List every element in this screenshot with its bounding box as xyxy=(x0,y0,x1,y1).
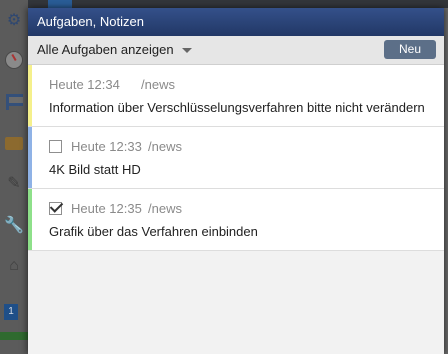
chevron-down-icon xyxy=(181,48,192,53)
tree-icon[interactable] xyxy=(4,92,24,112)
task-path[interactable]: /news xyxy=(148,201,182,216)
task-path[interactable]: /news xyxy=(141,77,175,92)
task-filter-label: Alle Aufgaben anzeigen xyxy=(37,42,174,57)
folder-icon[interactable] xyxy=(4,133,24,153)
panel-title: Aufgaben, Notizen xyxy=(28,8,444,36)
task-item[interactable]: Heute 12:35 /news Grafik über das Verfah… xyxy=(28,189,444,251)
tasks-toolbar: Alle Aufgaben anzeigen Neu xyxy=(28,36,444,65)
task-time: Heute 12:34 xyxy=(49,77,120,92)
task-color-stripe xyxy=(28,65,32,126)
task-text: 4K Bild statt HD xyxy=(49,162,141,177)
task-color-stripe xyxy=(28,127,32,188)
new-task-button[interactable]: Neu xyxy=(384,40,436,59)
home-icon[interactable]: ⌂ xyxy=(4,256,24,276)
task-text: Information über Verschlüsselungsverfahr… xyxy=(49,100,425,115)
task-path[interactable]: /news xyxy=(148,139,182,154)
task-time: Heute 12:35 xyxy=(71,201,142,216)
app-sidebar: ⚙ ✎ 🔧 ⌂ 1 xyxy=(0,0,28,354)
task-time: Heute 12:33 xyxy=(71,139,142,154)
task-text: Grafik über das Verfahren einbinden xyxy=(49,224,258,239)
task-item[interactable]: Heute 12:34 /news Information über Versc… xyxy=(28,65,444,127)
count-badge: 1 xyxy=(4,304,18,320)
gear-icon[interactable]: ⚙ xyxy=(4,10,24,30)
task-color-stripe xyxy=(28,189,32,250)
app-active-tab[interactable] xyxy=(48,0,72,8)
task-filter-dropdown[interactable]: Alle Aufgaben anzeigen xyxy=(37,42,192,57)
wrench-icon[interactable]: 🔧 xyxy=(4,215,24,235)
task-checkbox[interactable] xyxy=(49,140,62,153)
gauge-icon[interactable] xyxy=(4,50,24,70)
task-meta: Heute 12:35 /news xyxy=(49,201,182,216)
status-strip xyxy=(0,332,28,340)
task-meta: Heute 12:34 /news xyxy=(49,77,175,92)
edit-icon[interactable]: ✎ xyxy=(4,173,24,193)
task-checkbox[interactable] xyxy=(49,202,62,215)
tasks-panel: Aufgaben, Notizen Alle Aufgaben anzeigen… xyxy=(28,8,444,354)
task-item[interactable]: Heute 12:33 /news 4K Bild statt HD xyxy=(28,127,444,189)
task-meta: Heute 12:33 /news xyxy=(49,139,182,154)
